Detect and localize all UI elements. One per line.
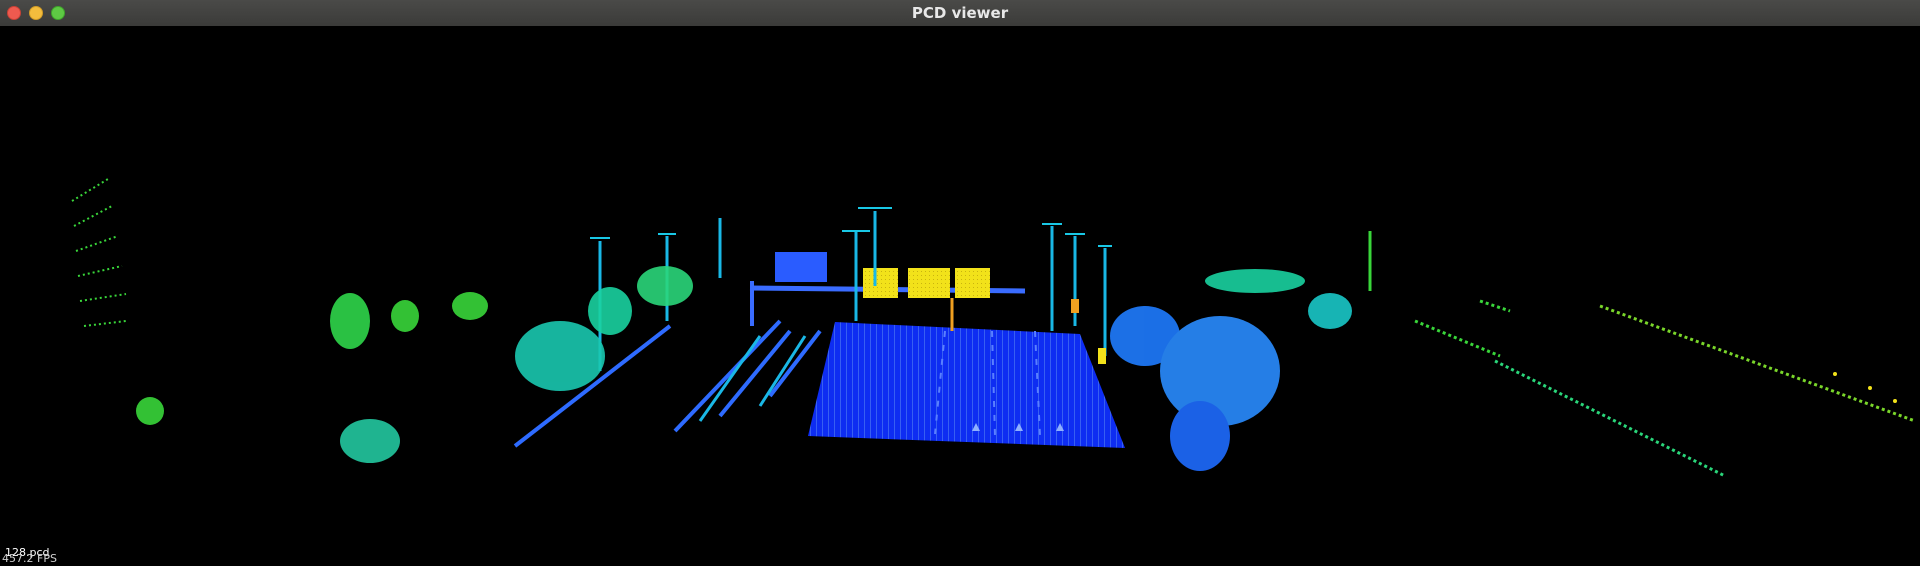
right-guardrail-accents [1833,372,1897,403]
sign-panel-3 [955,268,990,298]
fps-counter: 457.2 FPS [2,552,57,565]
gantry-left-box [775,252,827,282]
left-building [71,178,127,327]
pole-sign-orange [1071,299,1079,313]
pole-sign-yellow [1098,348,1106,364]
right-guardrails [1414,299,1916,478]
point-cloud-viewport[interactable]: 128.pcd 457.2 FPS [0,26,1920,566]
sign-panel-2 [908,268,950,298]
sign-panel-1 [863,268,898,298]
window-title: PCD viewer [911,4,1009,22]
title-bar[interactable]: PCD viewer [0,0,1920,27]
road-surface [808,322,1125,448]
point-cloud-render [71,178,1916,478]
left-trees [136,266,693,463]
right-trees [1110,269,1352,471]
